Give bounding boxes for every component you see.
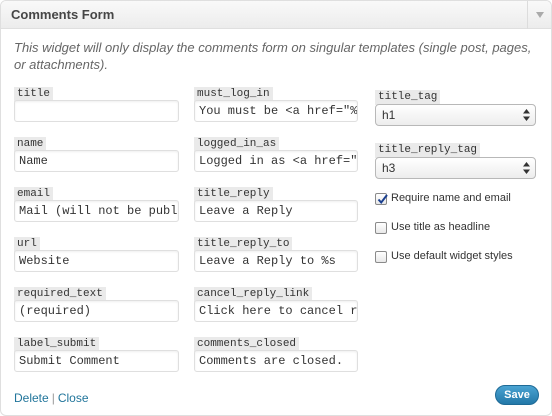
field-required-text: required_text (required) xyxy=(14,283,179,323)
comments-closed-input[interactable]: Comments are closed. xyxy=(194,350,358,372)
title-reply-to-input[interactable]: Leave a Reply to %s xyxy=(194,250,358,272)
widget-footer-links: Delete | Close xyxy=(14,391,89,405)
widget-description: This widget will only display the commen… xyxy=(14,40,532,72)
widget-titlebar[interactable]: Comments Form xyxy=(1,1,551,29)
name-input[interactable]: Name xyxy=(14,150,179,172)
field-label-submit: label_submit Submit Comment xyxy=(14,333,179,373)
field-logged-in-as: logged_in_as Logged in as <a href="%s">%… xyxy=(194,133,359,173)
save-button[interactable]: Save xyxy=(495,385,539,405)
checkbox-label: Require name and email xyxy=(391,192,511,204)
triangle-down-icon xyxy=(536,12,544,18)
field-title-reply: title_reply Leave a Reply xyxy=(194,183,359,223)
email-input[interactable]: Mail (will not be published) xyxy=(14,200,179,222)
use-title-headline-checkbox[interactable] xyxy=(375,222,387,234)
title-reply-input[interactable]: Leave a Reply xyxy=(194,200,358,222)
title-reply-tag-select[interactable]: h3 xyxy=(375,157,536,179)
select-value: h3 xyxy=(382,161,396,175)
field-title-tag: title_tag h1 xyxy=(375,86,538,128)
label-submit-input[interactable]: Submit Comment xyxy=(14,350,179,372)
checkmark-icon xyxy=(377,194,388,205)
field-label: title_reply_tag xyxy=(375,143,481,158)
widget-panel: Comments Form This widget will only disp… xyxy=(0,0,552,416)
field-name: name Name xyxy=(14,133,179,173)
field-url: url Website xyxy=(14,233,179,273)
require-name-email-checkbox[interactable] xyxy=(375,193,388,205)
required-text-input[interactable]: (required) xyxy=(14,300,179,322)
field-must-log-in: must_log_in You must be <a href="%s">log… xyxy=(194,83,359,123)
checkbox-label: Use title as headline xyxy=(391,221,491,233)
cancel-reply-link-input[interactable]: Click here to cancel reply. xyxy=(194,300,358,322)
field-title-reply-to: title_reply_to Leave a Reply to %s xyxy=(194,233,359,273)
close-link[interactable]: Close xyxy=(58,391,89,405)
checkbox-label: Use default widget styles xyxy=(391,250,513,262)
logged-in-as-input[interactable]: Logged in as <a href="%s">%s</a> xyxy=(194,150,358,172)
field-email: email Mail (will not be published) xyxy=(14,183,179,223)
field-label: title_tag xyxy=(375,90,441,105)
widget-toggle-button[interactable] xyxy=(527,1,551,29)
updown-arrows-icon xyxy=(523,162,530,174)
field-title-reply-tag: title_reply_tag h3 xyxy=(375,139,538,181)
must-log-in-input[interactable]: You must be <a href="%s">logged in</a> xyxy=(194,100,358,122)
title-input[interactable] xyxy=(14,100,179,122)
select-value: h1 xyxy=(382,108,396,122)
title-tag-select[interactable]: h1 xyxy=(375,104,536,126)
default-widget-styles-checkbox[interactable] xyxy=(375,251,387,263)
field-cancel-reply-link: cancel_reply_link Click here to cancel r… xyxy=(194,283,359,323)
widget-title: Comments Form xyxy=(11,7,115,22)
field-title: title xyxy=(14,83,179,123)
field-comments-closed: comments_closed Comments are closed. xyxy=(194,333,359,373)
updown-arrows-icon xyxy=(523,109,530,121)
delete-link[interactable]: Delete xyxy=(14,391,49,405)
url-input[interactable]: Website xyxy=(14,250,179,272)
link-separator: | xyxy=(51,391,55,405)
